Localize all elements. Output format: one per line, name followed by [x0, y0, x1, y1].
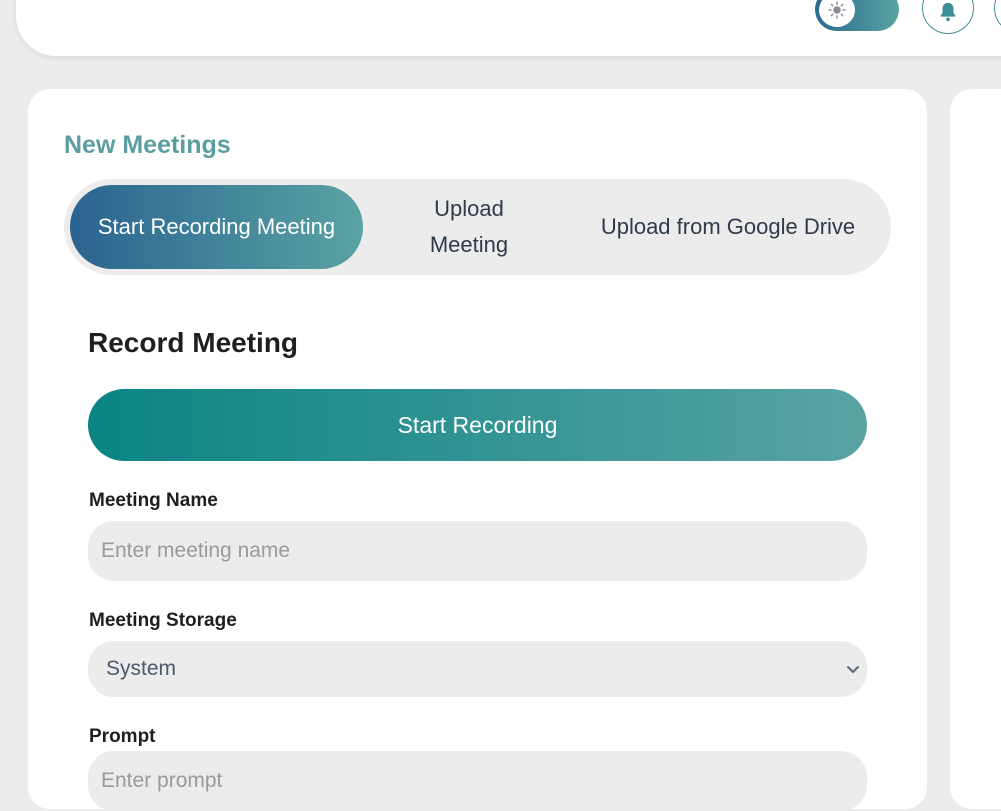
- bell-icon: [940, 2, 956, 22]
- new-meetings-card: New Meetings Start Recording Meeting Upl…: [28, 89, 927, 811]
- section-title: New Meetings: [64, 131, 231, 159]
- start-recording-button[interactable]: Start Recording: [88, 389, 867, 461]
- record-meeting-title: Record Meeting: [88, 327, 299, 358]
- prompt-input[interactable]: [88, 751, 867, 811]
- theme-toggle-knob[interactable]: [819, 0, 855, 27]
- meeting-storage-value: System: [106, 657, 177, 680]
- side-panel-card: [950, 89, 1001, 809]
- meeting-mode-tabs: Start Recording Meeting Upload Meeting U…: [64, 179, 891, 275]
- meeting-name-label: Meeting Name: [89, 490, 218, 511]
- theme-toggle[interactable]: [815, 0, 899, 31]
- prompt-label: Prompt: [89, 726, 156, 747]
- sun-icon: [828, 1, 846, 19]
- meeting-storage-select[interactable]: System: [88, 641, 867, 697]
- meeting-name-input[interactable]: [88, 521, 867, 581]
- tab-start-recording-meeting[interactable]: Start Recording Meeting: [70, 185, 363, 269]
- meeting-storage-label: Meeting Storage: [89, 610, 237, 631]
- tab-upload-from-google-drive[interactable]: Upload from Google Drive: [594, 185, 862, 269]
- chevron-down-icon: [847, 666, 859, 673]
- tab-upload-meeting[interactable]: Upload Meeting: [394, 185, 544, 269]
